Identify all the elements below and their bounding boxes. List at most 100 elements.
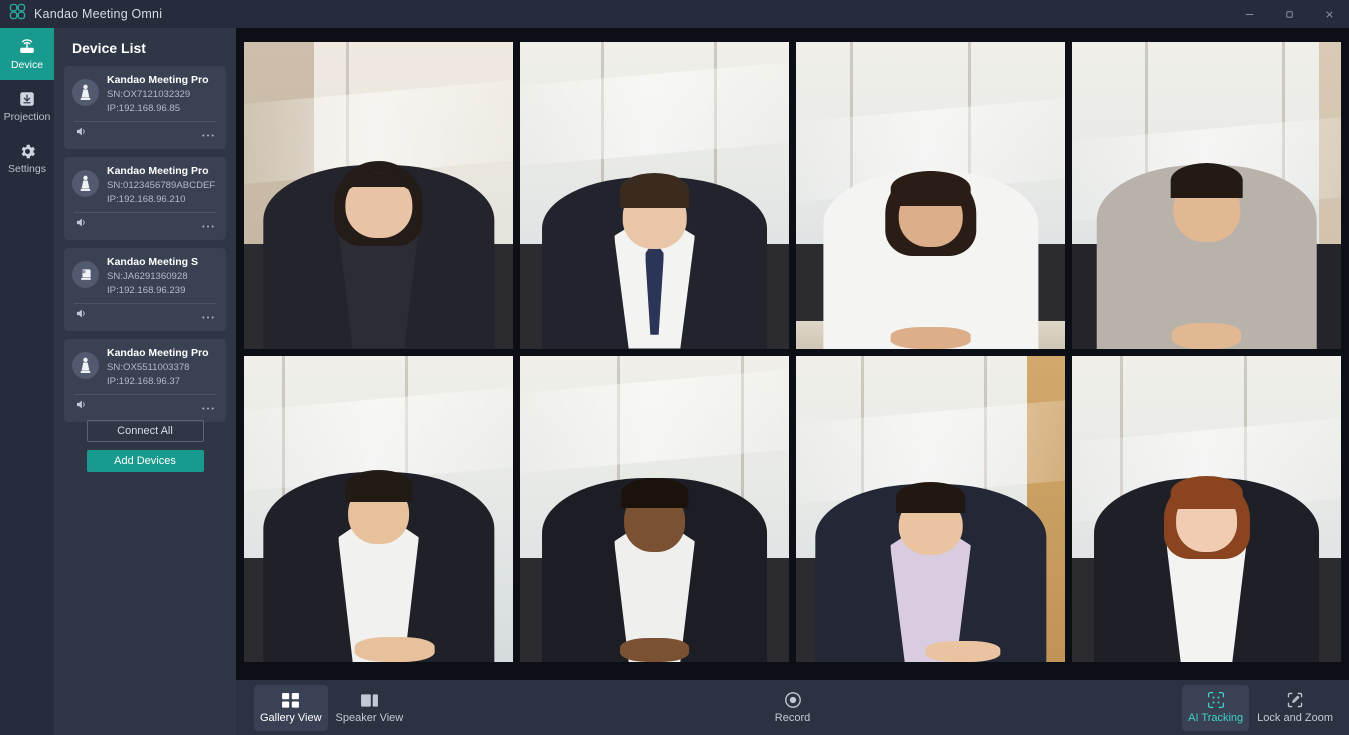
video-tile-6[interactable] [520,355,789,662]
device-actions [72,304,218,328]
video-stage [236,28,1349,680]
device-serial: SN:OX5511003378 [107,362,190,374]
participant-video [244,355,513,662]
ai-tracking-icon [1207,691,1225,709]
download-box-icon [16,89,38,109]
page-title: Device List [72,40,146,56]
speaker-icon[interactable] [75,307,88,325]
record-group: Record [767,685,819,731]
maximize-button[interactable] [1269,0,1309,28]
app-title: Kandao Meeting Omni [34,7,163,21]
bottom-toolbar: Gallery View Speaker View Record AI Trac… [236,680,1349,735]
participant-video [796,355,1065,662]
device-meta: Kandao Meeting Pro SN:OX5511003378 IP:19… [107,346,209,389]
speaker-icon[interactable] [75,216,88,234]
device-meta: Kandao Meeting S SN:JA6291360928 IP:192.… [107,255,198,298]
participant-video [1072,42,1341,349]
connect-all-button[interactable]: Connect All [86,420,204,442]
device-ip: IP:192.168.96.37 [107,376,181,388]
router-icon [16,37,38,57]
video-tile-1[interactable] [244,42,513,349]
device-name: Kandao Meeting Pro [107,347,209,360]
close-button[interactable] [1309,0,1349,28]
participant-video [796,42,1065,349]
title-bar: Kandao Meeting Omni [0,0,1349,28]
lock-and-zoom-label: Lock and Zoom [1257,712,1333,724]
device-panel: Device List Kandao Meeting Pro SN:OX7121… [54,28,236,735]
device-serial: SN:OX7121032329 [107,89,191,101]
device-ip: IP:192.168.96.210 [107,194,186,206]
video-tile-3[interactable] [796,42,1065,349]
device-actions [72,213,218,237]
video-tile-8[interactable] [1072,355,1341,662]
window-controls [1229,0,1349,28]
left-rail: Device Projection Settings [0,28,54,735]
device-camera-icon [72,352,99,380]
kandao-logo-icon [9,3,26,25]
speaker-icon[interactable] [75,398,88,416]
device-actions [72,395,218,419]
device-serial: SN:JA6291360928 [107,271,188,283]
more-dots-icon[interactable] [201,398,215,416]
participant-video [244,42,513,349]
record-button[interactable]: Record [767,685,819,731]
participant-video [520,42,789,349]
grid-icon [282,691,300,709]
view-mode-group: Gallery View Speaker View [254,684,410,731]
more-dots-icon[interactable] [201,125,215,143]
list-item[interactable]: Kandao Meeting Pro SN:0123456789ABCDEF I… [64,157,226,241]
list-item[interactable]: Kandao Meeting Pro SN:OX7121032329 IP:19… [64,66,226,150]
sidebar-item-settings-label: Settings [8,163,46,176]
device-list: Kandao Meeting Pro SN:OX7121032329 IP:19… [64,66,226,423]
ai-tracking-label: AI Tracking [1188,712,1244,724]
video-tile-4-selected[interactable] [1072,42,1341,349]
device-camera-icon [72,170,99,198]
lock-zoom-icon [1286,691,1304,709]
gallery-view-button[interactable]: Gallery View [254,684,328,731]
device-name: Kandao Meeting Pro [107,74,209,86]
sidebar-item-projection[interactable]: Projection [0,80,54,132]
device-summary: Kandao Meeting Pro SN:OX7121032329 IP:19… [72,73,218,116]
panel-actions: Connect All Add Devices [64,420,226,472]
device-summary: Kandao Meeting Pro SN:0123456789ABCDEF I… [72,164,218,207]
participant-video [520,355,789,662]
device-meta: Kandao Meeting Pro SN:OX7121032329 IP:19… [107,73,209,116]
gallery-view-label: Gallery View [260,712,322,724]
add-devices-button[interactable]: Add Devices [86,450,204,472]
video-grid [244,42,1341,662]
speaker-view-button[interactable]: Speaker View [330,685,410,731]
list-item[interactable]: Kandao Meeting S SN:JA6291360928 IP:192.… [64,248,226,332]
video-tile-5[interactable] [244,355,513,662]
more-dots-icon[interactable] [201,307,215,325]
device-name: Kandao Meeting S [107,256,199,269]
device-summary: Kandao Meeting S SN:JA6291360928 IP:192.… [72,255,218,298]
sidebar-item-settings[interactable]: Settings [0,132,54,184]
tracking-group: AI Tracking Lock and Zoom [1182,684,1339,731]
lock-and-zoom-button[interactable]: Lock and Zoom [1251,685,1339,731]
speaker-view-label: Speaker View [335,712,404,724]
device-ip: IP:192.168.96.85 [107,103,181,115]
app-logo [0,0,34,28]
sidebar-item-projection-label: Projection [3,111,51,124]
record-label: Record [774,712,811,724]
device-camera-icon [72,79,99,106]
speaker-icon[interactable] [75,125,88,143]
device-camera-s-icon [72,261,99,289]
gear-icon [16,141,38,161]
device-name: Kandao Meeting Pro [107,165,209,178]
sidebar-item-device-label: Device [10,59,44,72]
sidebar-item-device[interactable]: Device [0,28,54,80]
device-serial: SN:0123456789ABCDEF [107,180,216,192]
video-tile-2[interactable] [520,42,789,349]
device-summary: Kandao Meeting Pro SN:OX5511003378 IP:19… [72,346,218,389]
ai-tracking-button[interactable]: AI Tracking [1182,684,1250,731]
minimize-button[interactable] [1229,0,1269,28]
participant-video [1072,355,1341,662]
list-item[interactable]: Kandao Meeting Pro SN:OX5511003378 IP:19… [64,339,226,423]
video-tile-7[interactable] [796,355,1065,662]
record-circle-icon [784,691,802,709]
device-ip: IP:192.168.96.239 [107,285,186,297]
device-meta: Kandao Meeting Pro SN:0123456789ABCDEF I… [107,164,215,207]
speaker-layout-icon [360,691,378,709]
more-dots-icon[interactable] [201,216,215,234]
